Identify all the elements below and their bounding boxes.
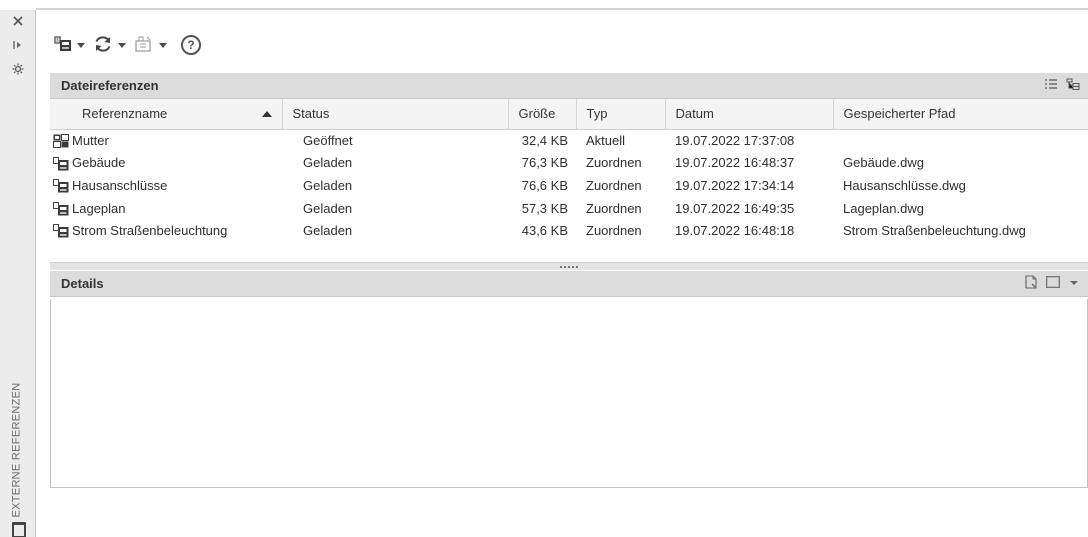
dwg-reference-icon <box>53 223 69 238</box>
row-status: Geladen <box>303 155 353 171</box>
help-button[interactable]: ? <box>179 32 203 58</box>
row-date: 19.07.2022 16:49:35 <box>675 200 795 216</box>
properties-icon[interactable] <box>0 60 36 78</box>
column-header-size[interactable]: Größe <box>508 99 577 130</box>
row-date: 19.07.2022 16:48:37 <box>675 155 795 171</box>
refresh-button[interactable] <box>91 32 128 58</box>
preview-icon[interactable] <box>1046 276 1060 291</box>
dwg-reference-icon <box>53 178 69 193</box>
details-header: Details <box>50 271 1088 297</box>
help-icon: ? <box>181 35 201 55</box>
row-size: 76,6 KB <box>521 177 568 193</box>
row-size: 32,4 KB <box>521 133 568 149</box>
splitter-grip-icon[interactable] <box>560 265 578 268</box>
pane-splitter[interactable] <box>50 262 1088 270</box>
row-size: 43,6 KB <box>521 223 568 239</box>
chevron-down-icon[interactable] <box>118 42 126 48</box>
row-name: Gebäude <box>72 155 126 171</box>
details-panel <box>50 299 1088 488</box>
attach-dwg-button[interactable] <box>52 32 87 58</box>
row-path: Hausanschlüsse.dwg <box>843 177 966 193</box>
column-header-type[interactable]: Typ <box>576 99 666 130</box>
palette-title: EXTERNE REFERENZEN <box>10 382 23 518</box>
row-status: Geladen <box>303 177 353 193</box>
column-header-saved-path[interactable]: Gespeicherter Pfad <box>833 99 1088 130</box>
sort-ascending-icon <box>261 111 272 117</box>
row-path: Gebäude.dwg <box>843 155 924 171</box>
toolbar: ? <box>52 30 203 60</box>
row-path: Lageplan.dwg <box>843 200 924 216</box>
tree-view-icon[interactable] <box>1066 78 1080 93</box>
refresh-icon <box>93 35 113 56</box>
row-status: Geladen <box>303 223 353 239</box>
row-date: 19.07.2022 17:37:08 <box>675 133 795 149</box>
row-name: Mutter <box>72 133 109 149</box>
change-path-button[interactable] <box>132 32 169 58</box>
details-title: Details <box>61 276 104 291</box>
palette-title-bar: EXTERNE REFERENZEN <box>0 10 36 537</box>
close-icon[interactable] <box>0 12 36 30</box>
autohide-icon[interactable] <box>0 36 36 54</box>
dwg-reference-icon <box>53 200 69 216</box>
row-type: Zuordnen <box>586 200 642 216</box>
row-date: 19.07.2022 16:48:18 <box>675 223 795 239</box>
row-status: Geladen <box>303 200 353 216</box>
details-icon[interactable] <box>1024 275 1038 292</box>
row-path: Strom Straßenbeleuchtung.dwg <box>843 223 1026 239</box>
table-row[interactable]: Hausanschlüsse Geladen 76,6 KB Zuordnen … <box>50 174 1088 197</box>
chevron-down-icon[interactable] <box>77 42 85 48</box>
row-status: Geöffnet <box>303 133 353 149</box>
table-row[interactable]: Mutter Geöffnet 32,4 KB Aktuell 19.07.20… <box>50 129 1088 152</box>
row-path <box>833 129 1088 152</box>
clipboard-icon <box>12 522 26 537</box>
column-header-name[interactable]: Referenzname <box>72 99 283 130</box>
file-references-list: Referenzname Status Größe Typ Datum Gesp… <box>50 99 1088 262</box>
row-name: Hausanschlüsse <box>72 177 168 193</box>
table-row[interactable]: Gebäude Geladen 76,3 KB Zuordnen 19.07.2… <box>50 152 1088 175</box>
chevron-down-icon[interactable] <box>159 42 167 48</box>
attach-dwg-icon <box>54 35 72 55</box>
row-type: Zuordnen <box>586 155 642 171</box>
chevron-down-icon[interactable] <box>1068 276 1080 291</box>
file-references-title: Dateireferenzen <box>61 78 159 93</box>
table-row[interactable]: Strom Straßenbeleuchtung Geladen 43,6 KB… <box>50 219 1088 242</box>
list-view-icon[interactable] <box>1044 78 1058 93</box>
xref-palette: ? Dateireferenzen Referenzname Status Gr… <box>36 10 1088 537</box>
row-size: 57,3 KB <box>521 200 568 216</box>
table-row[interactable]: Lageplan Geladen 57,3 KB Zuordnen 19.07.… <box>50 197 1088 220</box>
dwg-reference-icon <box>53 155 69 171</box>
master-drawing-icon <box>53 133 69 149</box>
row-type: Aktuell <box>586 133 626 149</box>
column-header-icon <box>50 99 72 130</box>
change-path-icon <box>134 35 154 56</box>
file-references-header: Dateireferenzen <box>50 73 1088 99</box>
row-type: Zuordnen <box>586 223 642 239</box>
row-type: Zuordnen <box>586 177 642 193</box>
row-date: 19.07.2022 17:34:14 <box>675 177 795 193</box>
row-name: Strom Straßenbeleuchtung <box>72 223 228 239</box>
column-header-date[interactable]: Datum <box>665 99 834 130</box>
row-size: 76,3 KB <box>521 155 568 171</box>
column-header-status[interactable]: Status <box>282 99 509 130</box>
row-name: Lageplan <box>72 200 126 216</box>
